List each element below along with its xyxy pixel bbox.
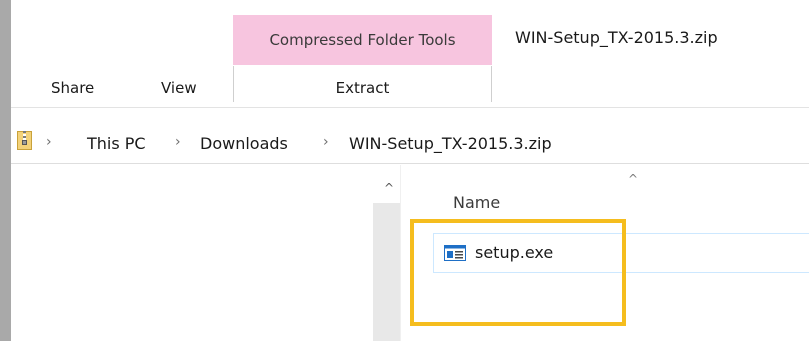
zip-folder-icon: [17, 131, 32, 150]
window-left-edge: [0, 0, 11, 341]
tab-extract[interactable]: Extract: [233, 79, 492, 97]
compressed-folder-tools-group: Compressed Folder Tools: [233, 15, 492, 65]
nav-pane-scrollbar[interactable]: [373, 203, 400, 341]
breadcrumb-separator[interactable]: ›: [175, 134, 181, 150]
explorer-window: Compressed Folder Tools WIN-Setup_TX-201…: [0, 0, 809, 341]
tab-share[interactable]: Share: [51, 79, 94, 97]
breadcrumb-zip-file[interactable]: WIN-Setup_TX-2015.3.zip: [349, 134, 552, 153]
breadcrumb-separator: ›: [46, 134, 52, 150]
sort-ascending-icon: ^: [628, 172, 639, 186]
nav-scroll-up-icon[interactable]: ^: [381, 180, 397, 196]
address-bar-border: [11, 163, 809, 164]
breadcrumb-separator[interactable]: ›: [323, 134, 329, 150]
pane-divider: [400, 165, 401, 341]
column-header-name[interactable]: Name: [453, 193, 500, 212]
context-group-label: Compressed Folder Tools: [269, 31, 456, 49]
breadcrumb-downloads[interactable]: Downloads: [200, 134, 288, 153]
file-name: setup.exe: [475, 243, 554, 262]
ribbon-bottom-border: [11, 107, 809, 108]
file-row-setup-exe[interactable]: setup.exe: [433, 233, 809, 273]
breadcrumb-this-pc[interactable]: This PC: [87, 134, 146, 153]
window-title: WIN-Setup_TX-2015.3.zip: [515, 28, 718, 47]
exe-file-icon: [444, 245, 466, 261]
tab-view[interactable]: View: [161, 79, 197, 97]
